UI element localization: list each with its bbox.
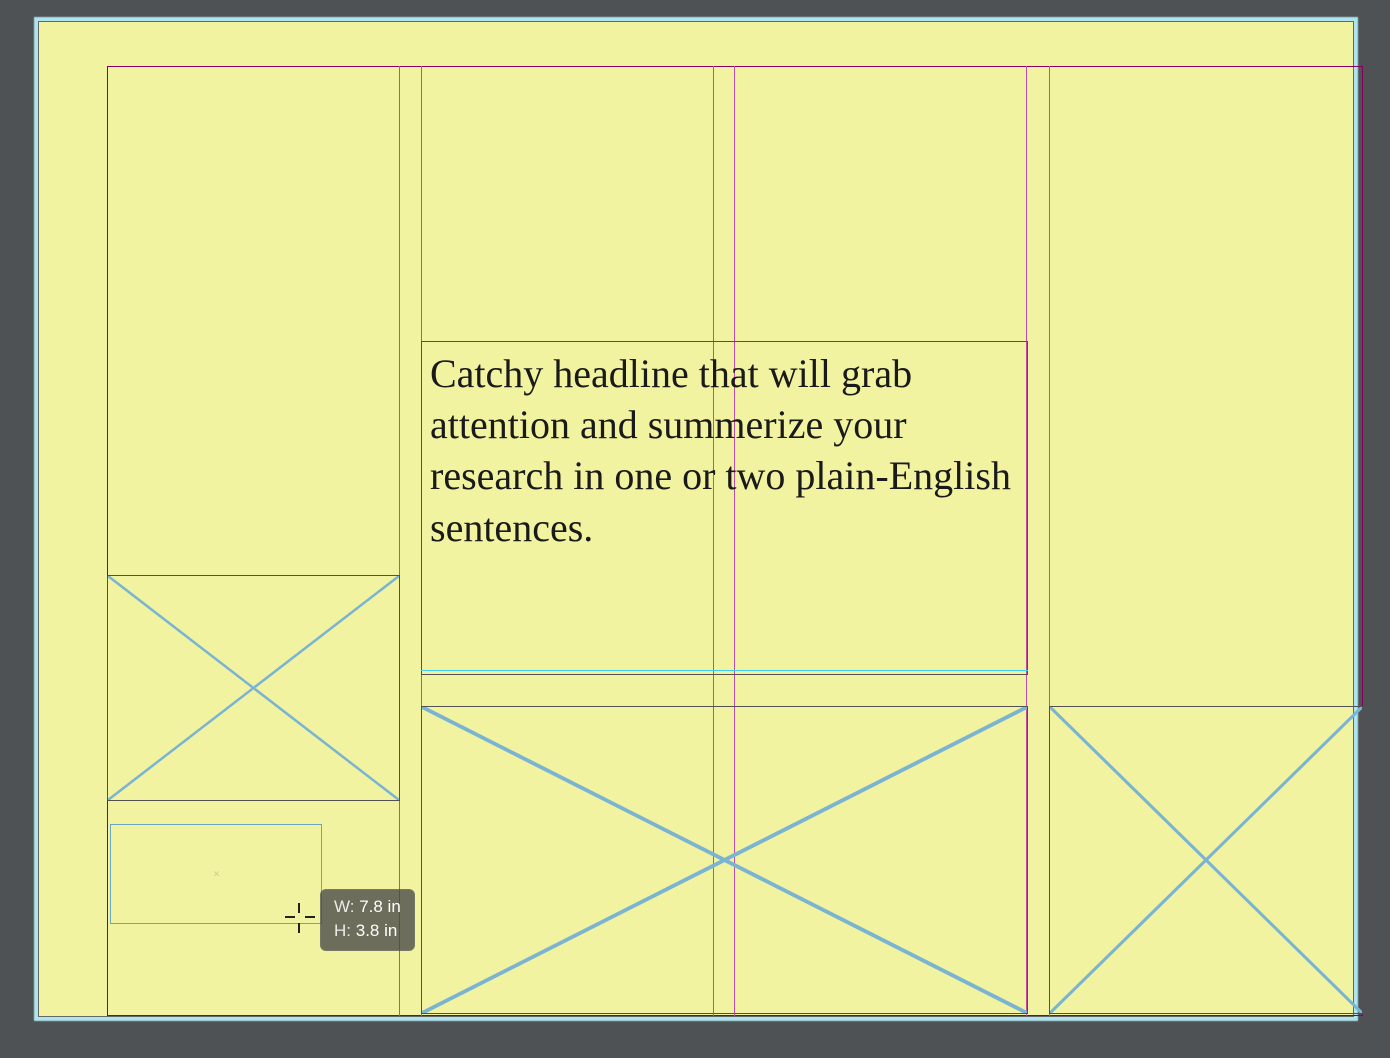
height-value: 3.8 in [356,921,398,940]
headline-text[interactable]: Catchy headline that will grab attention… [422,342,1027,559]
frame-anchor-icon: ✕ [212,870,221,879]
width-value: 7.8 in [359,897,401,916]
image-frame-left[interactable] [107,575,400,801]
headline-text-frame[interactable]: Catchy headline that will grab attention… [421,341,1028,675]
dimension-tooltip: W: 7.8 in H: 3.8 in [320,889,415,951]
new-frame-drag-outline[interactable]: ✕ [110,824,322,924]
image-frame-right[interactable] [1049,706,1363,1014]
height-label: H: [334,921,351,940]
image-frame-center[interactable] [421,706,1028,1014]
ruler-guide[interactable] [421,670,1028,671]
document-page[interactable]: Catchy headline that will grab attention… [38,21,1354,1017]
width-label: W: [334,897,354,916]
